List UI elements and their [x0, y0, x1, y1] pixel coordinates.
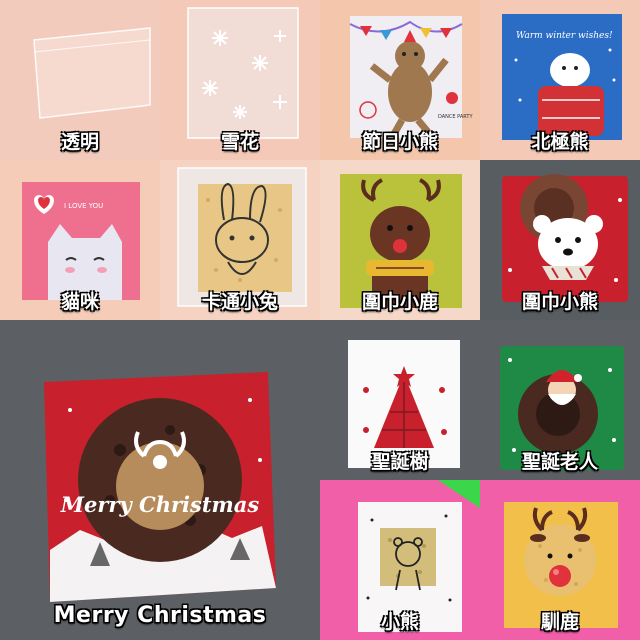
variant-label: Merry Christmas — [53, 603, 267, 628]
variant-tile-cartoon-rabbit[interactable]: 卡通小兔 — [160, 160, 320, 320]
variant-label: 透明 — [60, 131, 99, 153]
variant-tile-clear[interactable]: 透明 — [0, 0, 160, 160]
variant-label: 貓咪 — [60, 291, 99, 313]
variant-tile-merry-christmas[interactable]: Merry Christmas Merry Christmas — [0, 320, 320, 640]
variant-tile-reindeer[interactable]: 馴鹿 — [480, 480, 640, 640]
variant-tile-scarf-deer[interactable]: 圍巾小鹿 — [320, 160, 480, 320]
variant-tile-polar-bear[interactable]: Warm winter wishes! 北極熊 — [480, 0, 640, 160]
variant-label: 雪花 — [220, 131, 259, 153]
variant-tile-cat[interactable]: I LOVE YOU 貓咪 — [0, 160, 160, 320]
variant-label: 北極熊 — [531, 131, 589, 153]
variant-tile-snowflake[interactable]: 雪花 — [160, 0, 320, 160]
variant-label: 聖誕老人 — [521, 451, 598, 473]
variant-tile-christmas-tree[interactable]: 聖誕樹 — [320, 320, 480, 480]
variant-label: 節日小熊 — [361, 131, 438, 153]
variant-label: 圍巾小鹿 — [361, 291, 438, 313]
variant-label: 聖誕樹 — [371, 451, 429, 473]
variant-label: 卡通小兔 — [201, 291, 278, 313]
cat-print-text: I LOVE YOU — [64, 202, 103, 210]
variant-label: 馴鹿 — [540, 611, 579, 633]
merry-christmas-print: Merry Christmas — [60, 492, 260, 517]
variant-tile-scarf-bear[interactable]: 圍巾小熊 — [480, 160, 640, 320]
variant-tile-little-bear[interactable]: 小熊 — [320, 480, 480, 640]
variant-tile-santa[interactable]: 聖誕老人 — [480, 320, 640, 480]
variant-label: 圍巾小熊 — [521, 291, 598, 313]
merry-christmas-bag-image: Merry Christmas — [0, 320, 320, 640]
bear-print-text: DANCE PARTY — [438, 114, 473, 120]
polar-print-text: Warm winter wishes! — [516, 31, 613, 41]
variant-tile-festival-bear[interactable]: DANCE PARTY 節日小熊 — [320, 0, 480, 160]
variant-label: 小熊 — [380, 611, 419, 633]
product-variant-collage: 透明 雪花 DANCE PARTY 節日小熊 Warm winter wishe… — [0, 0, 640, 640]
